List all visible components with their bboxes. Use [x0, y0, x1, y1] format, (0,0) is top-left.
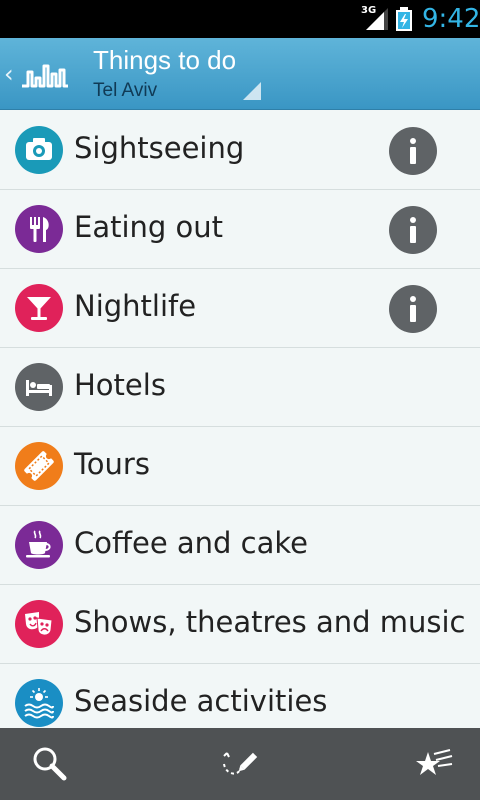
list-item-label: Hotels — [74, 368, 166, 402]
info-icon[interactable] — [389, 127, 437, 175]
info-icon[interactable] — [389, 285, 437, 333]
list-item-shows-theatres-music[interactable]: Shows, theatres and music — [0, 585, 480, 664]
list-item-sightseeing[interactable]: Sightseeing — [0, 111, 480, 190]
chevron-left-icon[interactable]: ‹ — [4, 60, 14, 88]
list-item-label: Coffee and cake — [74, 526, 308, 560]
list-item-eating-out[interactable]: Eating out — [0, 190, 480, 269]
sun-waves-icon — [15, 679, 63, 727]
bed-icon — [15, 363, 63, 411]
search-icon[interactable] — [28, 742, 72, 786]
list-item-nightlife[interactable]: Nightlife — [0, 269, 480, 348]
list-item-tours[interactable]: Tours — [0, 427, 480, 506]
list-item-label: Sightseeing — [74, 131, 245, 165]
cocktail-icon — [15, 284, 63, 332]
list-item-seaside-activities[interactable]: Seaside activities — [0, 664, 480, 728]
list-item-label: Shows, theatres and music — [74, 605, 466, 639]
clock: 9:42 — [422, 4, 480, 34]
info-icon[interactable] — [389, 206, 437, 254]
dropdown-triangle-icon[interactable] — [243, 82, 261, 100]
list-item-label: Tours — [74, 447, 150, 481]
list-item-hotels[interactable]: Hotels — [0, 348, 480, 427]
list-item-coffee-and-cake[interactable]: Coffee and cake — [0, 506, 480, 585]
page-title[interactable]: Things to do — [93, 45, 236, 76]
action-bar: ‹ Things to do Tel Aviv — [0, 38, 480, 110]
list-item-label: Nightlife — [74, 289, 197, 323]
favorites-stars-icon[interactable] — [410, 742, 454, 786]
ticket-icon — [15, 442, 63, 490]
theatre-masks-icon — [15, 600, 63, 648]
signal-icon — [366, 8, 388, 30]
coffee-cup-icon — [15, 521, 63, 569]
city-selector[interactable]: Tel Aviv — [93, 80, 157, 102]
battery-charging-icon — [396, 7, 412, 31]
camera-icon — [15, 126, 63, 174]
pencil-route-icon[interactable] — [218, 742, 262, 786]
bottom-toolbar — [0, 728, 480, 800]
category-list[interactable]: Sightseeing Eating out Nightlife Hotels … — [0, 111, 480, 728]
app-logo-icon[interactable] — [20, 58, 70, 90]
status-bar: 3G 9:42 — [0, 0, 480, 38]
list-item-label: Eating out — [74, 210, 224, 244]
cutlery-icon — [15, 205, 63, 253]
list-item-label: Seaside activities — [74, 684, 328, 718]
